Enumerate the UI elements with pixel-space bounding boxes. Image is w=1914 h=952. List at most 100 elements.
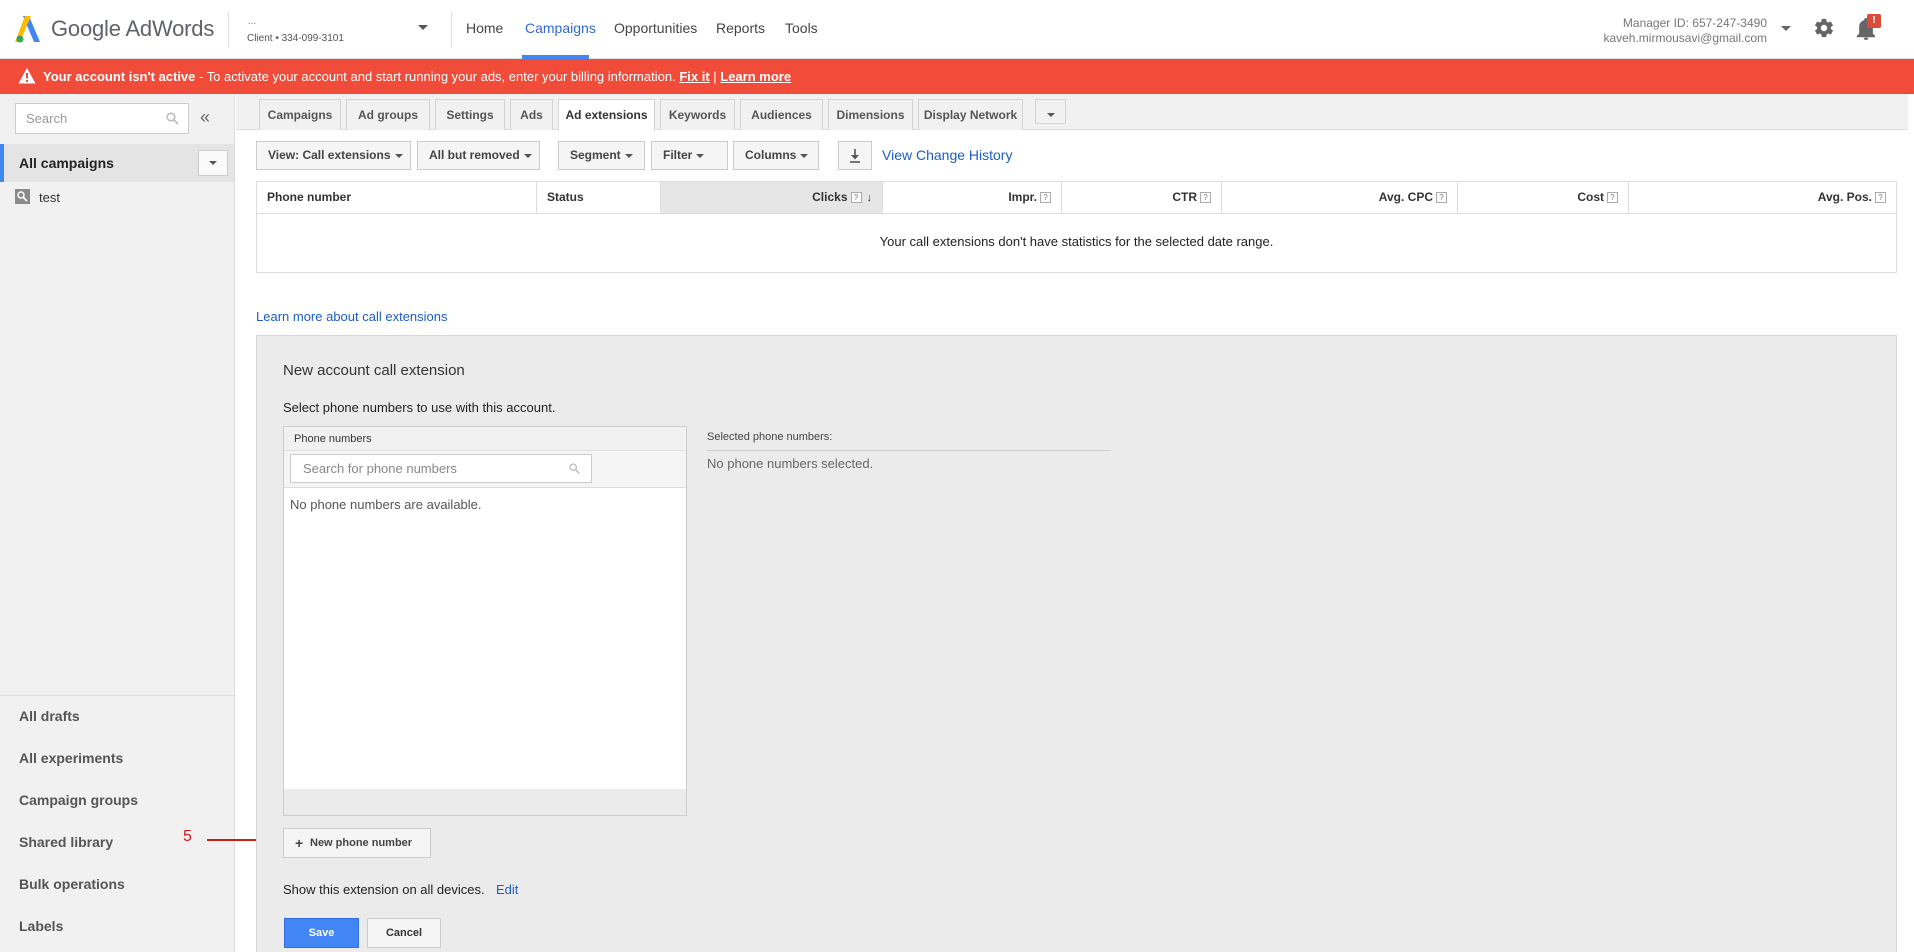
call-extensions-table: Phone number Status Clicks? ↓ Impr.? CTR?…: [256, 181, 1897, 273]
sidebar-item-all-drafts[interactable]: All drafts: [19, 708, 80, 724]
account-name[interactable]: ...: [248, 16, 256, 27]
chevron-down-icon: [523, 153, 532, 158]
fix-it-link[interactable]: Fix it: [679, 69, 709, 84]
column-header-status[interactable]: Status: [537, 182, 661, 213]
columns-dropdown[interactable]: Columns: [733, 141, 819, 170]
alert-bold-text: Your account isn't active: [43, 69, 196, 84]
column-header-label: Status: [547, 190, 584, 204]
notification-badge[interactable]: !: [1867, 14, 1881, 28]
selected-phones-header: Selected phone numbers:: [707, 431, 833, 443]
new-call-extension-panel: New account call extension Select phone …: [256, 335, 1897, 952]
learn-more-call-extensions-link[interactable]: Learn more about call extensions: [256, 309, 448, 324]
top-header: Google AdWords ... Client • 334-099-3101…: [0, 0, 1914, 59]
more-tabs-button[interactable]: [1035, 99, 1066, 124]
tab-ads[interactable]: Ads: [510, 99, 553, 130]
save-button[interactable]: Save: [284, 918, 359, 948]
brand-name[interactable]: Google AdWords: [51, 16, 214, 42]
tab-keywords[interactable]: Keywords: [660, 99, 735, 130]
selected-phones-divider: [707, 450, 1110, 451]
chevron-down-icon: [394, 153, 403, 158]
right-gutter: [1908, 94, 1914, 952]
account-client-id[interactable]: Client • 334-099-3101: [247, 33, 344, 44]
search-icon[interactable]: [569, 463, 580, 474]
tab-bar: Campaigns Ad groups Settings Ads Ad exte…: [236, 94, 1914, 131]
panel-title: New account call extension: [283, 362, 465, 379]
column-header-phone-number[interactable]: Phone number: [257, 182, 537, 213]
phone-numbers-header: Phone numbers: [284, 427, 686, 451]
help-icon[interactable]: ?: [1040, 192, 1051, 204]
table-header-row: Phone number Status Clicks? ↓ Impr.? CTR?…: [257, 182, 1896, 214]
sidebar-item-all-experiments[interactable]: All experiments: [19, 750, 123, 766]
tab-audiences[interactable]: Audiences: [740, 99, 823, 130]
sidebar-search-input[interactable]: [15, 103, 189, 134]
column-header-label: Phone number: [267, 190, 352, 204]
status-filter-dropdown[interactable]: All but removed: [417, 141, 540, 170]
manager-email[interactable]: kaveh.mirmousavi@gmail.com: [1603, 31, 1767, 45]
manager-dropdown-caret-icon[interactable]: [1781, 26, 1791, 31]
device-setting-text: Show this extension on all devices.: [283, 882, 485, 897]
chevron-down-icon: [624, 153, 633, 158]
column-header-label: Avg. CPC: [1378, 190, 1433, 204]
tab-campaigns[interactable]: Campaigns: [259, 99, 341, 130]
sidebar-item-shared-library[interactable]: Shared library: [19, 834, 113, 850]
segment-dropdown[interactable]: Segment: [558, 141, 645, 170]
tab-ad-extensions[interactable]: Ad extensions: [558, 99, 655, 131]
all-campaigns-item[interactable]: All campaigns: [0, 144, 234, 182]
download-icon: [850, 149, 860, 163]
cancel-button[interactable]: Cancel: [367, 918, 441, 948]
column-header-label: CTR: [1172, 190, 1197, 204]
sidebar-item-campaign-groups[interactable]: Campaign groups: [19, 792, 138, 808]
column-header-clicks[interactable]: Clicks? ↓: [661, 182, 883, 213]
chevron-down-icon: [800, 153, 809, 158]
column-header-cost[interactable]: Cost?: [1458, 182, 1629, 213]
help-icon[interactable]: ?: [1200, 192, 1211, 204]
new-phone-number-button[interactable]: + New phone number: [283, 828, 431, 858]
segment-label: Segment: [570, 148, 621, 162]
view-change-history-link[interactable]: View Change History: [882, 147, 1012, 163]
nav-campaigns[interactable]: Campaigns: [525, 20, 596, 36]
nav-opportunities[interactable]: Opportunities: [614, 20, 697, 36]
download-button[interactable]: [838, 141, 872, 170]
campaign-label: test: [39, 190, 60, 205]
alert-body-text: - To activate your account and start run…: [195, 69, 680, 84]
help-icon[interactable]: ?: [1436, 192, 1447, 204]
chevron-down-icon: [696, 153, 705, 158]
header-divider: [228, 12, 229, 48]
tab-ad-groups[interactable]: Ad groups: [346, 99, 430, 130]
sidebar-divider: [0, 695, 234, 696]
column-header-impressions[interactable]: Impr.?: [883, 182, 1062, 213]
account-dropdown-caret-icon[interactable]: [418, 25, 428, 30]
edit-devices-link[interactable]: Edit: [496, 882, 518, 897]
view-call-extensions-dropdown[interactable]: View: Call extensions: [256, 141, 411, 170]
collapse-sidebar-icon[interactable]: «: [200, 107, 210, 128]
column-header-label: Impr.: [1008, 190, 1037, 204]
learn-more-link[interactable]: Learn more: [720, 69, 791, 84]
selected-phones-empty: No phone numbers selected.: [707, 456, 874, 471]
filter-label: Filter: [663, 148, 693, 162]
nav-reports[interactable]: Reports: [716, 20, 765, 36]
phone-search-input[interactable]: [290, 454, 592, 483]
search-icon[interactable]: [166, 112, 179, 125]
sidebar-item-labels[interactable]: Labels: [19, 918, 63, 934]
tab-settings[interactable]: Settings: [435, 99, 505, 130]
tab-display-network[interactable]: Display Network: [918, 99, 1023, 130]
filter-dropdown[interactable]: Filter: [651, 141, 728, 170]
empty-table-message: Your call extensions don't have statisti…: [879, 234, 1274, 249]
column-header-avg-pos[interactable]: Avg. Pos.?: [1629, 182, 1896, 213]
nav-home[interactable]: Home: [466, 20, 503, 36]
panel-subtitle: Select phone numbers to use with this ac…: [283, 400, 556, 415]
tab-dimensions[interactable]: Dimensions: [828, 99, 913, 130]
help-icon[interactable]: ?: [850, 192, 862, 204]
help-icon[interactable]: ?: [1607, 192, 1618, 204]
column-header-label: Cost: [1577, 190, 1604, 204]
column-header-ctr[interactable]: CTR?: [1062, 182, 1222, 213]
manager-id[interactable]: Manager ID: 657-247-3490: [1623, 16, 1767, 30]
help-icon[interactable]: ?: [1875, 192, 1886, 204]
sidebar-item-bulk-operations[interactable]: Bulk operations: [19, 876, 125, 892]
view-dropdown-label: View: Call extensions: [268, 148, 391, 162]
search-campaign-icon: [15, 189, 30, 204]
all-campaigns-dropdown-button[interactable]: [198, 150, 228, 176]
nav-tools[interactable]: Tools: [785, 20, 818, 36]
column-header-avg-cpc[interactable]: Avg. CPC?: [1222, 182, 1458, 213]
gear-icon[interactable]: [1813, 17, 1835, 39]
